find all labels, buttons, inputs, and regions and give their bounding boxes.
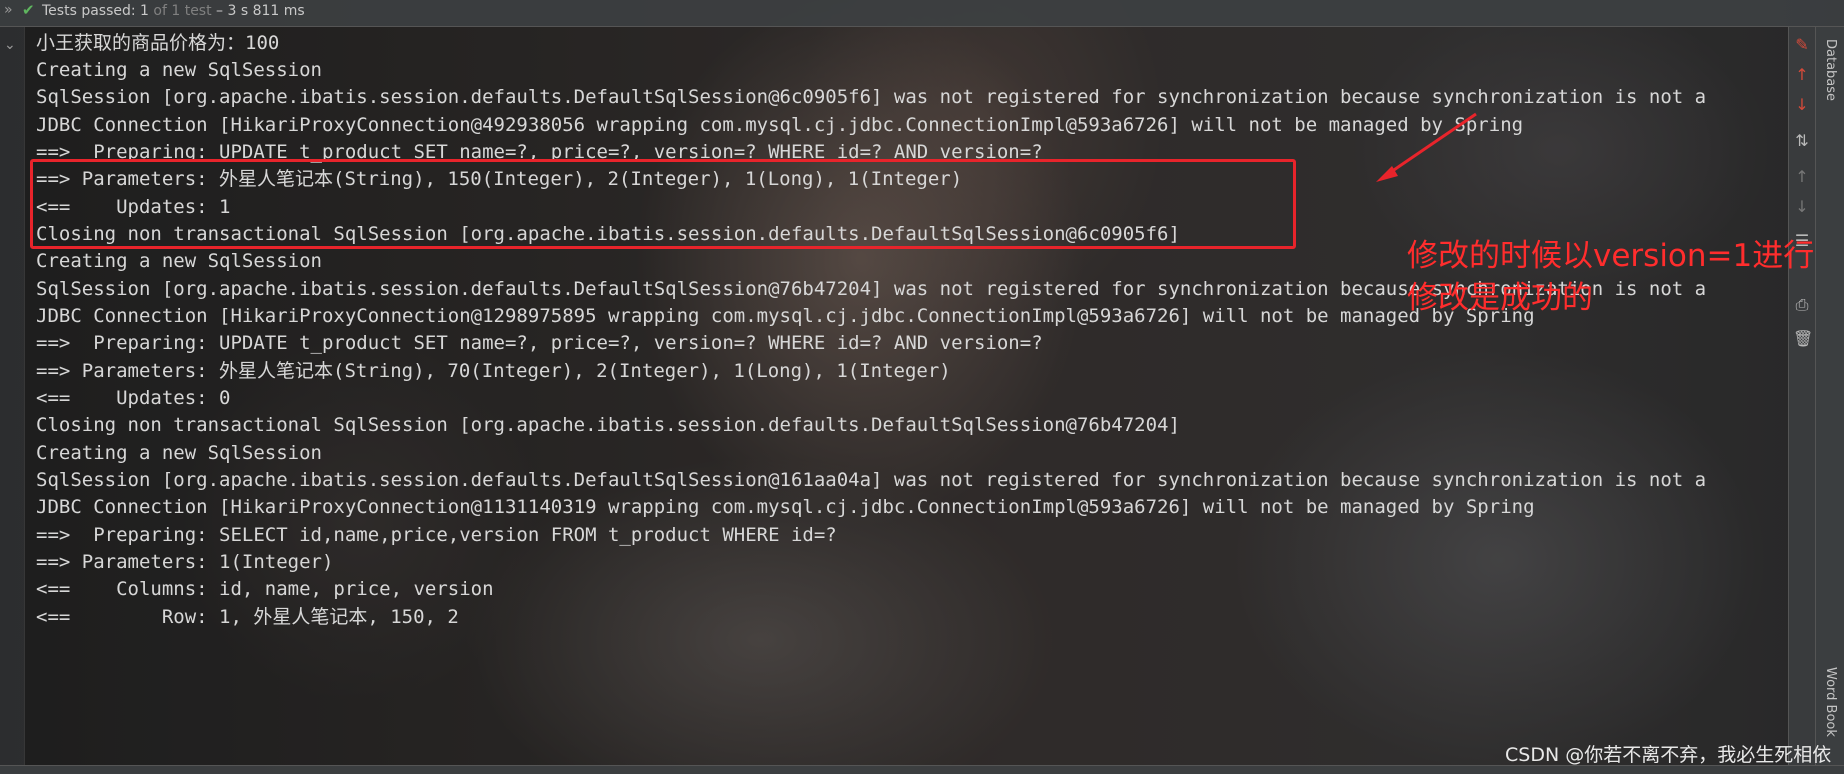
console-line: <== Updates: 0 xyxy=(36,387,231,409)
console-output[interactable]: 小王获取的商品价格为：100 Creating a new SqlSession… xyxy=(24,27,1788,765)
sort-icon[interactable]: ⇅ xyxy=(1793,131,1811,150)
console-line: ==> Parameters: 外星人笔记本(String), 70(Integ… xyxy=(36,360,951,382)
watermark: CSDN @你若不离不弃，我必生死相依 xyxy=(1505,744,1832,766)
test-status-text: Tests passed: 1 of 1 test – 3 s 811 ms xyxy=(42,3,305,19)
console-line: Creating a new SqlSession xyxy=(36,442,322,464)
annotation-note: 修改的时候以version=1进行修改是成功的 xyxy=(1407,238,1815,316)
word-book-panel-tab[interactable]: Word Book xyxy=(1823,667,1838,737)
console-line: Creating a new SqlSession xyxy=(36,59,322,81)
console-toolbar: ✎ ↑ ↓ ⇅ ↑ ↓ ☰ ⎙ 🗑 xyxy=(1788,27,1815,765)
check-icon: ✔ xyxy=(22,1,35,19)
previous-icon[interactable]: ↑ xyxy=(1793,167,1811,186)
console-line: ==> Preparing: UPDATE t_product SET name… xyxy=(36,332,1043,354)
console-line: SqlSession [org.apache.ibatis.session.de… xyxy=(36,86,1707,108)
console-line: ==> Preparing: SELECT id,name,price,vers… xyxy=(36,524,837,546)
console-line: JDBC Connection [HikariProxyConnection@1… xyxy=(36,496,1535,518)
console-line: <== Columns: id, name, price, version xyxy=(36,578,494,600)
console-line: JDBC Connection [HikariProxyConnection@4… xyxy=(36,114,1524,136)
database-panel-tab[interactable]: Database xyxy=(1823,39,1838,101)
tests-total-text: of 1 test xyxy=(148,3,212,19)
delete-icon[interactable]: 🗑 xyxy=(1793,329,1813,348)
console-gutter: ⌄ xyxy=(0,27,25,765)
console-line: ==> Parameters: 1(Integer) xyxy=(36,551,334,573)
tests-passed-text: Tests passed: 1 xyxy=(42,3,149,19)
tests-time-text: – 3 s 811 ms xyxy=(211,3,305,19)
console-line: Creating a new SqlSession xyxy=(36,250,322,272)
console-line: 小王获取的商品价格为：100 xyxy=(36,32,280,54)
clear-all-icon[interactable]: ✎ xyxy=(1793,35,1811,54)
up-arrow-icon[interactable]: ↑ xyxy=(1793,65,1811,84)
next-icon[interactable]: ↓ xyxy=(1793,197,1811,216)
console-line: <== Row: 1, 外星人笔记本, 150, 2 xyxy=(36,606,459,628)
down-arrow-icon[interactable]: ↓ xyxy=(1793,95,1811,114)
side-tool-strip: Database Word Book xyxy=(1815,27,1844,765)
highlight-box xyxy=(30,159,1296,249)
console-line: SqlSession [org.apache.ibatis.session.de… xyxy=(36,469,1707,491)
chevron-down-icon[interactable]: ⌄ xyxy=(4,37,16,53)
test-status-bar: » ✔ Tests passed: 1 of 1 test – 3 s 811 … xyxy=(0,0,1844,27)
console-line: Closing non transactional SqlSession [or… xyxy=(36,414,1180,436)
chevron-left-icon[interactable]: » xyxy=(4,2,13,18)
console-line: JDBC Connection [HikariProxyConnection@1… xyxy=(36,305,1535,327)
